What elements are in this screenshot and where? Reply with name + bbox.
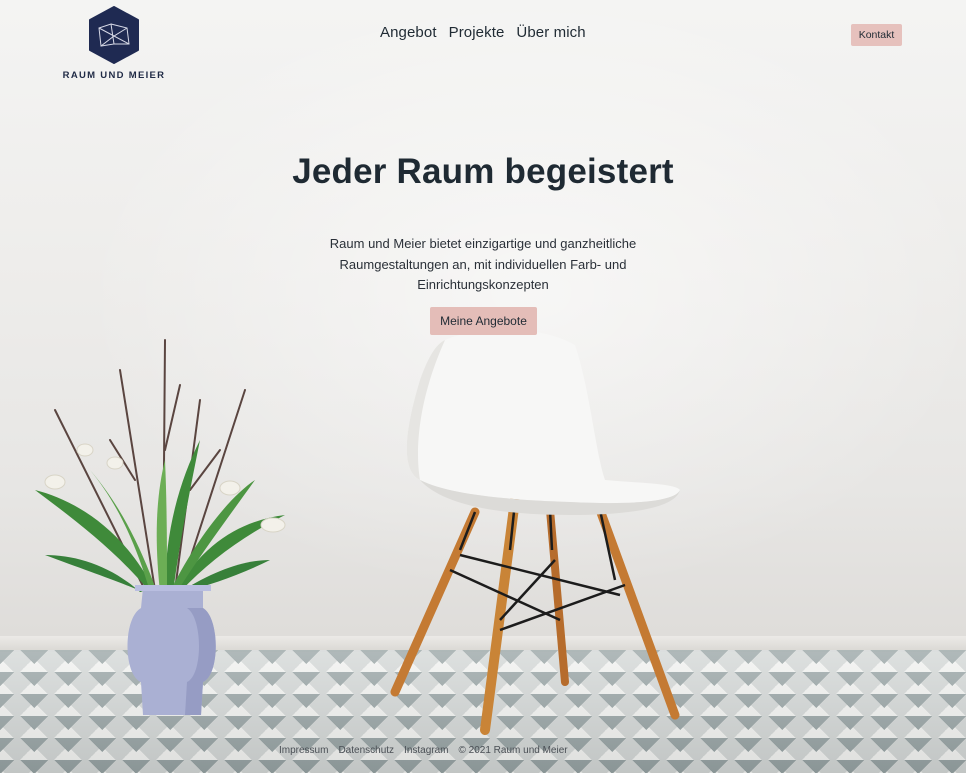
chair-illustration — [390, 329, 680, 735]
footer: Impressum Datenschutz Instagram © 2021 R… — [279, 745, 568, 756]
hero-description: Raum und Meier bietet einzigartige und g… — [329, 236, 637, 292]
nav-item-projekte[interactable]: Projekte — [449, 24, 505, 41]
plant-vase-illustration — [35, 339, 286, 715]
main-navigation: Angebot Projekte Über mich — [380, 24, 586, 41]
footer-link-impressum[interactable]: Impressum — [279, 745, 328, 756]
nav-item-ueber-mich[interactable]: Über mich — [516, 24, 585, 41]
brand-name: RAUM UND MEIER — [62, 70, 166, 81]
footer-link-instagram[interactable]: Instagram — [404, 745, 448, 756]
nav-item-angebot[interactable]: Angebot — [380, 24, 437, 41]
footer-copyright: © 2021 Raum und Meier — [458, 745, 568, 756]
offers-button[interactable]: Meine Angebote — [430, 307, 537, 335]
contact-button[interactable]: Kontakt — [851, 24, 902, 46]
rm-hexagon-logo-icon — [89, 6, 139, 64]
hero-title: Jeder Raum begeistert — [292, 152, 674, 191]
footer-link-datenschutz[interactable]: Datenschutz — [338, 745, 394, 756]
brand-logo[interactable]: RAUM UND MEIER — [62, 6, 166, 81]
hero-background — [0, 0, 966, 773]
